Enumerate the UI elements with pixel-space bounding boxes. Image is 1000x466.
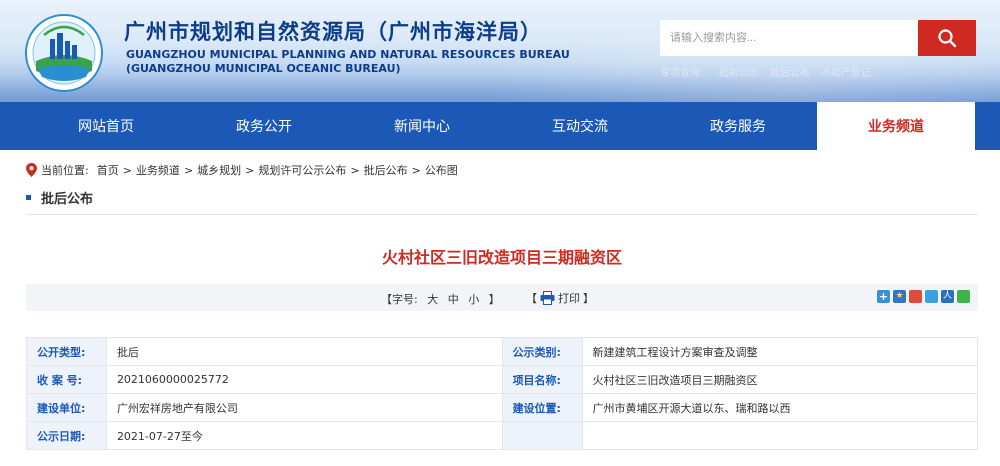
print-open-bracket: 【: [526, 292, 537, 305]
search-icon: [938, 29, 957, 48]
article-title: 火村社区三旧改造项目三期融资区: [381, 248, 622, 267]
breadcrumb-business[interactable]: 业务频道: [136, 162, 180, 178]
site-title-cn: 广州市规划和自然资源局（广州市海洋局）: [124, 20, 542, 44]
font-size-large[interactable]: 大: [427, 293, 438, 306]
section-title: 批后公布: [41, 192, 94, 207]
breadcrumb-permit-notice[interactable]: 规划许可公示公布: [258, 162, 346, 178]
table-row: 公示日期: 2021-07-27至今: [26, 421, 978, 450]
star-icon[interactable]: ★: [893, 290, 906, 303]
search-button[interactable]: [918, 20, 976, 56]
section-heading: 批后公布: [26, 188, 93, 207]
value-construction-unit: 广州宏祥房地产有限公司: [105, 393, 503, 422]
table-row: 建设单位: 广州宏祥房地产有限公司 建设位置: 广州市黄埔区开源大道以东、瑞和路…: [26, 393, 978, 422]
renren-icon[interactable]: 人: [941, 290, 954, 303]
value-notice-category: 新建建筑工程设计方案审查及调整: [581, 337, 978, 366]
nav-item-home[interactable]: 网站首页: [27, 102, 185, 150]
quick-link-pre-approval[interactable]: 批前公示: [719, 68, 759, 79]
weibo-icon[interactable]: [909, 290, 922, 303]
quick-links: 专项查询: 批前公示 批后公布 不动产登记: [660, 64, 879, 79]
breadcrumb-separator: >: [245, 163, 255, 177]
search-box: [660, 20, 918, 56]
nav-item-business[interactable]: 业务频道: [817, 102, 975, 150]
quick-links-label: 专项查询:: [660, 68, 704, 79]
share-icons: + ★ 人: [874, 290, 970, 303]
main-nav: 网站首页 政务公开 新闻中心 互动交流 政务服务 业务频道: [0, 102, 1000, 150]
printer-icon: [540, 291, 555, 305]
label-empty: [501, 421, 583, 450]
breadcrumb-urban-planning[interactable]: 城乡规划: [197, 162, 241, 178]
divider: [26, 214, 978, 215]
value-project-name: 火村社区三旧改造项目三期融资区: [581, 365, 978, 394]
font-size-label: 【字号:: [381, 293, 418, 306]
breadcrumb-separator: >: [350, 163, 360, 177]
location-pin-icon: [26, 163, 37, 177]
label-case-number: 收 案 号:: [26, 365, 107, 394]
nav-item-services[interactable]: 政务服务: [659, 102, 817, 150]
nav-item-news[interactable]: 新闻中心: [343, 102, 501, 150]
table-row: 收 案 号: 2021060000025772 项目名称: 火村社区三旧改造项目…: [26, 365, 978, 394]
project-info-table: 公开类型: 批后 公示类别: 新建建筑工程设计方案审查及调整 收 案 号: 20…: [26, 337, 978, 450]
font-size-medium[interactable]: 中: [448, 293, 459, 306]
value-case-number: 2021060000025772: [105, 365, 503, 394]
label-notice-category: 公示类别:: [501, 337, 583, 366]
wechat-icon[interactable]: [957, 290, 970, 303]
value-construction-location: 广州市黄埔区开源大道以东、瑞和路以西: [581, 393, 978, 422]
qzone-icon[interactable]: [925, 290, 938, 303]
print-label: 打印: [558, 292, 580, 305]
site-title-en: GUANGZHOU MUNICIPAL PLANNING AND NATURAL…: [126, 48, 570, 61]
label-project-name: 项目名称:: [501, 365, 583, 394]
breadcrumb-separator: >: [122, 163, 132, 177]
site-header: 广州市规划和自然资源局（广州市海洋局） GUANGZHOU MUNICIPAL …: [0, 0, 1000, 102]
value-notice-date: 2021-07-27至今: [105, 421, 503, 450]
quick-link-post-approval[interactable]: 批后公布: [770, 68, 810, 79]
nav-item-interaction[interactable]: 互动交流: [501, 102, 659, 150]
search-input[interactable]: [660, 20, 918, 56]
font-size-small[interactable]: 小: [468, 293, 479, 306]
label-construction-unit: 建设单位:: [26, 393, 107, 422]
breadcrumb-separator: >: [411, 163, 421, 177]
article-toolbar: 【字号: 大 中 小 】 【 打印 】 + ★ 人: [26, 284, 978, 311]
breadcrumb-home[interactable]: 首页: [97, 162, 119, 178]
breadcrumb-prefix: 当前位置:: [41, 164, 89, 177]
value-public-type: 批后: [105, 337, 503, 366]
breadcrumb: 当前位置: 首页 > 业务频道 > 城乡规划 > 规划许可公示公布 > 批后公布…: [26, 162, 458, 178]
nav-item-government-affairs[interactable]: 政务公开: [185, 102, 343, 150]
plus-icon[interactable]: +: [877, 290, 890, 303]
breadcrumb-notice-map[interactable]: 公布图: [425, 162, 458, 178]
label-public-type: 公开类型:: [26, 337, 107, 366]
print-button[interactable]: 【 打印 】: [526, 290, 594, 306]
font-size-close: 】: [488, 293, 500, 306]
value-empty: [581, 421, 978, 450]
breadcrumb-separator: >: [183, 163, 194, 177]
bureau-logo-icon[interactable]: [24, 13, 104, 93]
section-bullet-icon: [26, 195, 31, 200]
font-size-controls: 【字号: 大 中 小 】: [378, 291, 503, 307]
site-title-en-sub: (GUANGZHOU MUNICIPAL OCEANIC BUREAU): [126, 62, 401, 75]
label-notice-date: 公示日期:: [26, 421, 107, 450]
print-close-bracket: 】: [583, 292, 594, 305]
breadcrumb-post-approval[interactable]: 批后公布: [364, 162, 408, 178]
table-row: 公开类型: 批后 公示类别: 新建建筑工程设计方案审查及调整: [26, 337, 978, 366]
label-construction-location: 建设位置:: [501, 393, 583, 422]
quick-link-real-estate[interactable]: 不动产登记: [821, 68, 871, 79]
